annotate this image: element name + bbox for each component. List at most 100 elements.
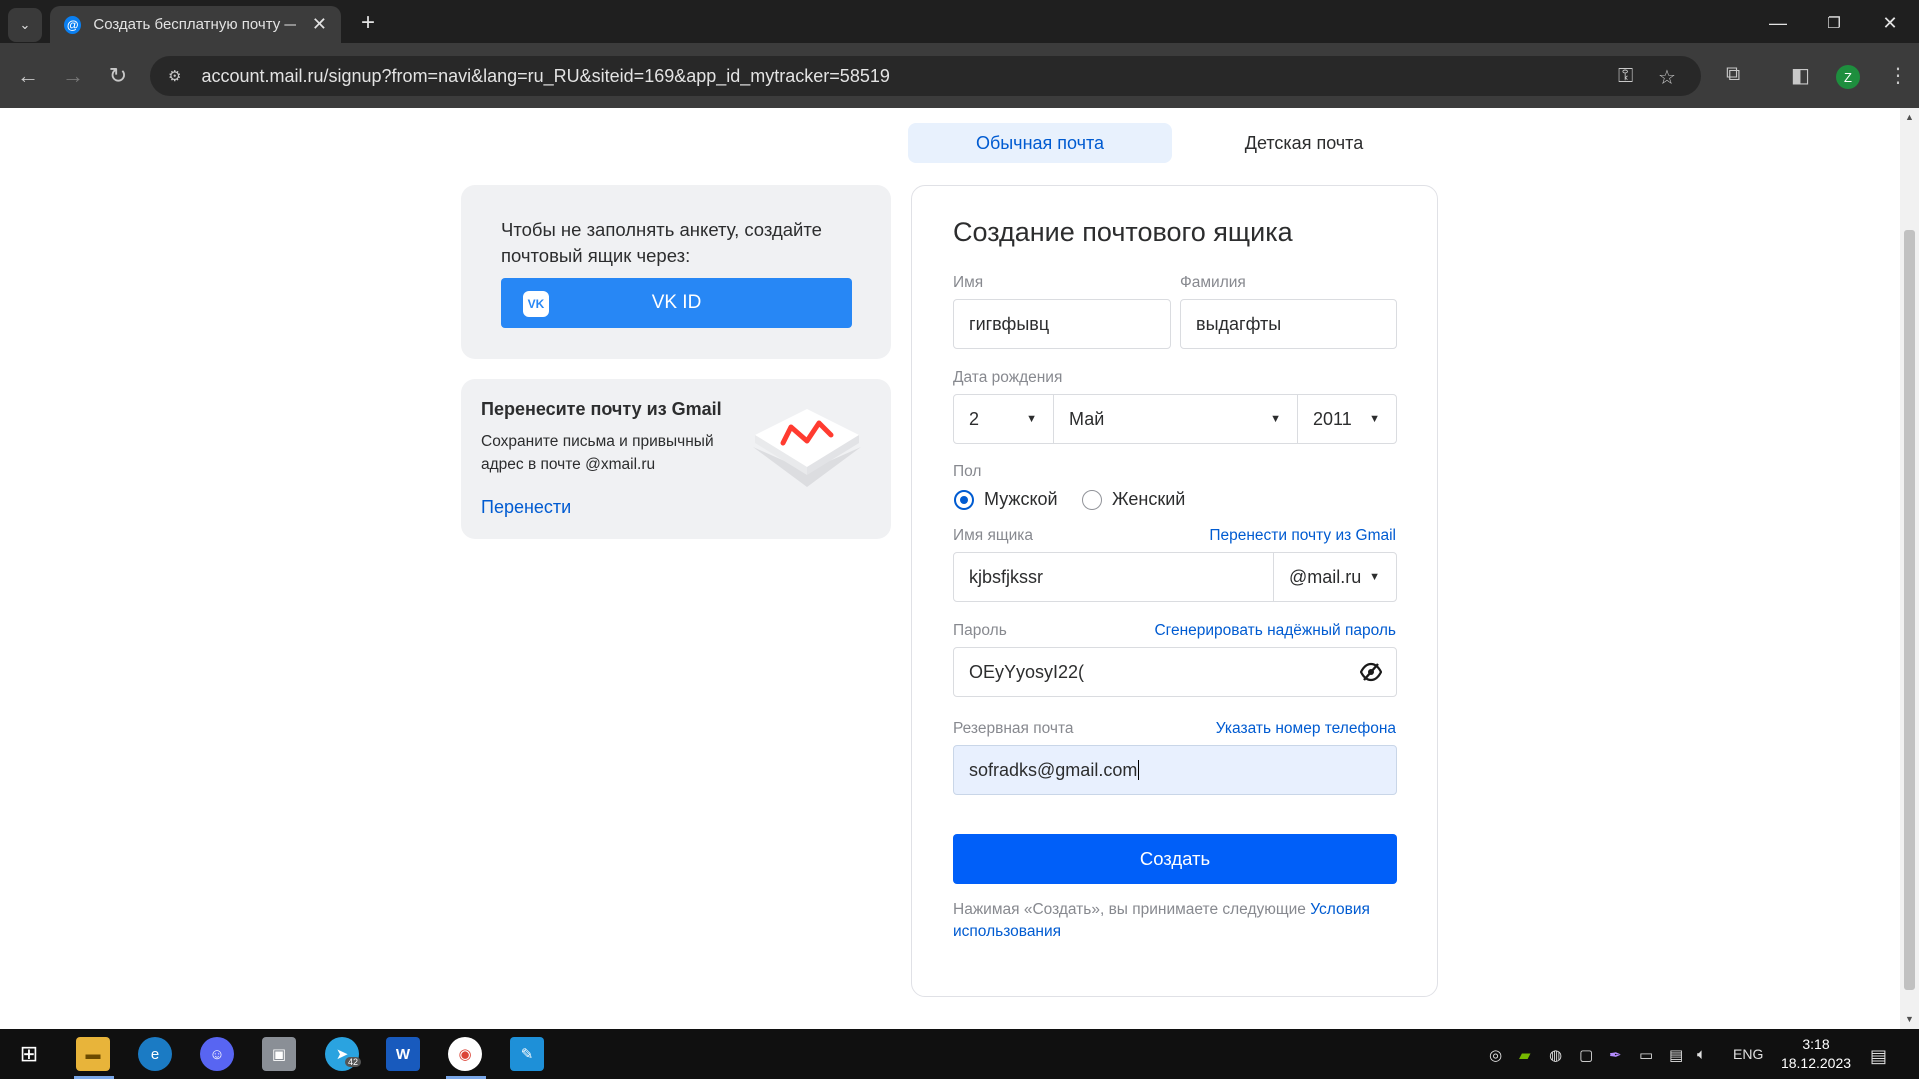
caret-down-icon: ▼ — [1270, 413, 1281, 425]
url-text[interactable]: account.mail.ru/signup?from=navi&lang=ru… — [201, 66, 889, 87]
mailbox-name-label: Имя ящика — [953, 527, 1034, 544]
vk-logo-icon: VK — [523, 291, 549, 317]
menu-dots-icon[interactable]: ⋮ — [1888, 63, 1908, 88]
birth-date-label: Дата рождения — [953, 369, 1063, 386]
mail-envelope-illustration-icon — [753, 409, 861, 487]
phone-number-link[interactable]: Указать номер телефона — [1216, 720, 1396, 738]
battery-icon[interactable]: ▭ — [1639, 1046, 1653, 1064]
chevron-down-icon: ⌄ — [19, 17, 31, 32]
backup-email-label: Резервная почта — [953, 720, 1074, 737]
browser-tab-bar: ⌄ @ Создать бесплатную почту — ✕ + — ❐ ✕ — [0, 0, 1919, 43]
notifications-icon[interactable]: ▤ — [1870, 1046, 1887, 1067]
forward-arrow-icon[interactable]: → — [58, 61, 88, 91]
address-bar[interactable]: ⚙ account.mail.ru/signup?from=navi&lang=… — [150, 56, 1701, 96]
tab-kids-mail[interactable]: Детская почта — [1172, 123, 1436, 163]
volume-icon[interactable]: 🔈︎ — [1697, 1046, 1706, 1063]
gender-female-radio[interactable] — [1082, 490, 1102, 510]
system-clock[interactable]: 3:18 18.12.2023 — [1768, 1035, 1864, 1073]
tray-app-icon[interactable]: ▢ — [1579, 1046, 1593, 1064]
terms-text: Нажимая «Создать», вы принимаете следующ… — [953, 899, 1397, 943]
mail-favicon-icon: @ — [64, 15, 82, 34]
extensions-icon[interactable]: ⧉ — [1726, 63, 1740, 86]
window-close-icon[interactable]: ✕ — [1875, 8, 1905, 38]
profile-avatar[interactable]: Z — [1836, 65, 1860, 89]
caret-down-icon: ▼ — [1026, 413, 1037, 425]
mailbox-type-tabs: Обычная почта Детская почта — [908, 123, 1435, 163]
pen-icon[interactable]: ✒ — [1609, 1046, 1622, 1064]
reload-icon[interactable]: ↻ — [103, 61, 133, 91]
scroll-up-icon[interactable]: ▲ — [1905, 112, 1914, 122]
last-name-label: Фамилия — [1180, 274, 1246, 291]
edge-icon[interactable]: e — [138, 1037, 172, 1071]
birth-month-value: Май — [1069, 408, 1105, 429]
discord-icon[interactable]: ☺ — [200, 1037, 234, 1071]
generate-password-link[interactable]: Сгенерировать надёжный пароль — [1154, 622, 1396, 640]
gender-male-radio[interactable] — [954, 490, 974, 510]
browser-toolbar: ← → ↻ ⚙ account.mail.ru/signup?from=navi… — [0, 43, 1919, 108]
close-icon[interactable]: ✕ — [312, 14, 327, 35]
first-name-input[interactable]: гигвфывц — [953, 299, 1171, 349]
tab-title: Создать бесплатную почту — — [93, 16, 296, 33]
star-icon[interactable]: ☆ — [1658, 65, 1676, 90]
gender-female-label[interactable]: Женский — [1112, 489, 1185, 510]
network-globe-icon[interactable]: ◍ — [1549, 1046, 1562, 1064]
restore-icon[interactable]: ❐ — [1819, 8, 1849, 38]
tab-regular-mail[interactable]: Обычная почта — [908, 123, 1172, 163]
create-button[interactable]: Создать — [953, 834, 1397, 884]
telegram-unread-badge: 42 — [345, 1057, 362, 1067]
gender-label: Пол — [953, 463, 982, 480]
input-language[interactable]: ENG — [1733, 1046, 1763, 1062]
birth-day-value: 2 — [969, 408, 980, 429]
last-name-input[interactable]: выдагфты — [1180, 299, 1397, 349]
gmail-card-description: Сохраните письма и привычный адрес в поч… — [481, 433, 714, 473]
text-caret — [1138, 760, 1140, 780]
photos-app-icon[interactable]: ▣ — [262, 1037, 296, 1071]
terms-prefix: Нажимая «Создать», вы принимаете следующ… — [953, 901, 1311, 918]
domain-select[interactable]: @mail.ru ▼ — [1273, 552, 1397, 602]
import-gmail-link[interactable]: Перенести почту из Gmail — [1209, 527, 1396, 545]
word-icon[interactable]: W — [386, 1037, 420, 1071]
domain-value: @mail.ru — [1289, 566, 1362, 587]
page-content: Обычная почта Детская почта Чтобы не зап… — [0, 108, 1900, 1029]
vk-id-button-label: VK ID — [651, 292, 702, 313]
birth-year-select[interactable]: 2011 ▼ — [1297, 394, 1397, 444]
backup-email-value: sofradks@gmail.com — [969, 759, 1138, 780]
password-input[interactable]: OEyYyosyI22( — [953, 647, 1397, 697]
gmail-import-link[interactable]: Перенести — [481, 497, 571, 518]
windows-start-icon[interactable]: ⊞ — [12, 1037, 46, 1071]
chrome-icon[interactable]: ◉ — [448, 1037, 482, 1071]
key-icon[interactable]: ⚿ — [1618, 65, 1633, 88]
backup-email-input[interactable]: sofradks@gmail.com — [953, 745, 1397, 795]
windows-taskbar: ⊞ ▬ e ☺ ▣ ➤ 42 W ◉ ✎ ◎ ▰ ◍ ▢ ✒ ▭ ▤ 🔈︎ EN… — [0, 1029, 1919, 1079]
gender-male-label[interactable]: Мужской — [984, 489, 1058, 510]
first-name-label: Имя — [953, 274, 984, 291]
paint-app-icon[interactable]: ✎ — [510, 1037, 544, 1071]
clock-date: 18.12.2023 — [1780, 1055, 1852, 1071]
new-tab-button[interactable]: + — [355, 9, 381, 36]
vk-id-card: Чтобы не заполнять анкету, создайте почт… — [461, 185, 891, 359]
clock-time: 3:18 — [1802, 1036, 1830, 1052]
file-explorer-icon[interactable]: ▬ — [76, 1037, 110, 1071]
page-scrollbar[interactable]: ▲ ▼ — [1900, 108, 1919, 1029]
scrollbar-thumb[interactable] — [1904, 230, 1915, 990]
eye-crossed-icon[interactable] — [1360, 662, 1382, 682]
vk-id-button[interactable]: VK VK ID — [501, 278, 852, 328]
minimize-icon[interactable]: — — [1763, 8, 1793, 38]
scroll-down-icon[interactable]: ▼ — [1905, 1014, 1914, 1024]
caret-down-icon: ▼ — [1369, 571, 1380, 583]
back-arrow-icon[interactable]: ← — [13, 61, 43, 91]
birth-month-select[interactable]: Май ▼ — [1053, 394, 1298, 444]
side-panel-icon[interactable]: ◧ — [1791, 63, 1810, 88]
wifi-icon[interactable]: ▤ — [1669, 1046, 1683, 1064]
site-info-icon[interactable]: ⚙ — [168, 67, 181, 85]
tab-search-button[interactable]: ⌄ — [8, 8, 42, 42]
vk-card-text: Чтобы не заполнять анкету, создайте почт… — [501, 219, 822, 266]
nvidia-icon[interactable]: ▰ — [1519, 1046, 1531, 1064]
signup-form: Создание почтового ящика Имя гигвфывц Фа… — [911, 185, 1438, 997]
mailbox-name-input[interactable]: kjbsfjkssr — [953, 552, 1274, 602]
meet-now-icon[interactable]: ◎ — [1489, 1046, 1502, 1064]
birth-year-value: 2011 — [1313, 408, 1352, 429]
browser-tab-active[interactable]: @ Создать бесплатную почту — ✕ — [50, 6, 341, 43]
caret-down-icon: ▼ — [1369, 413, 1380, 425]
birth-day-select[interactable]: 2 ▼ — [953, 394, 1054, 444]
